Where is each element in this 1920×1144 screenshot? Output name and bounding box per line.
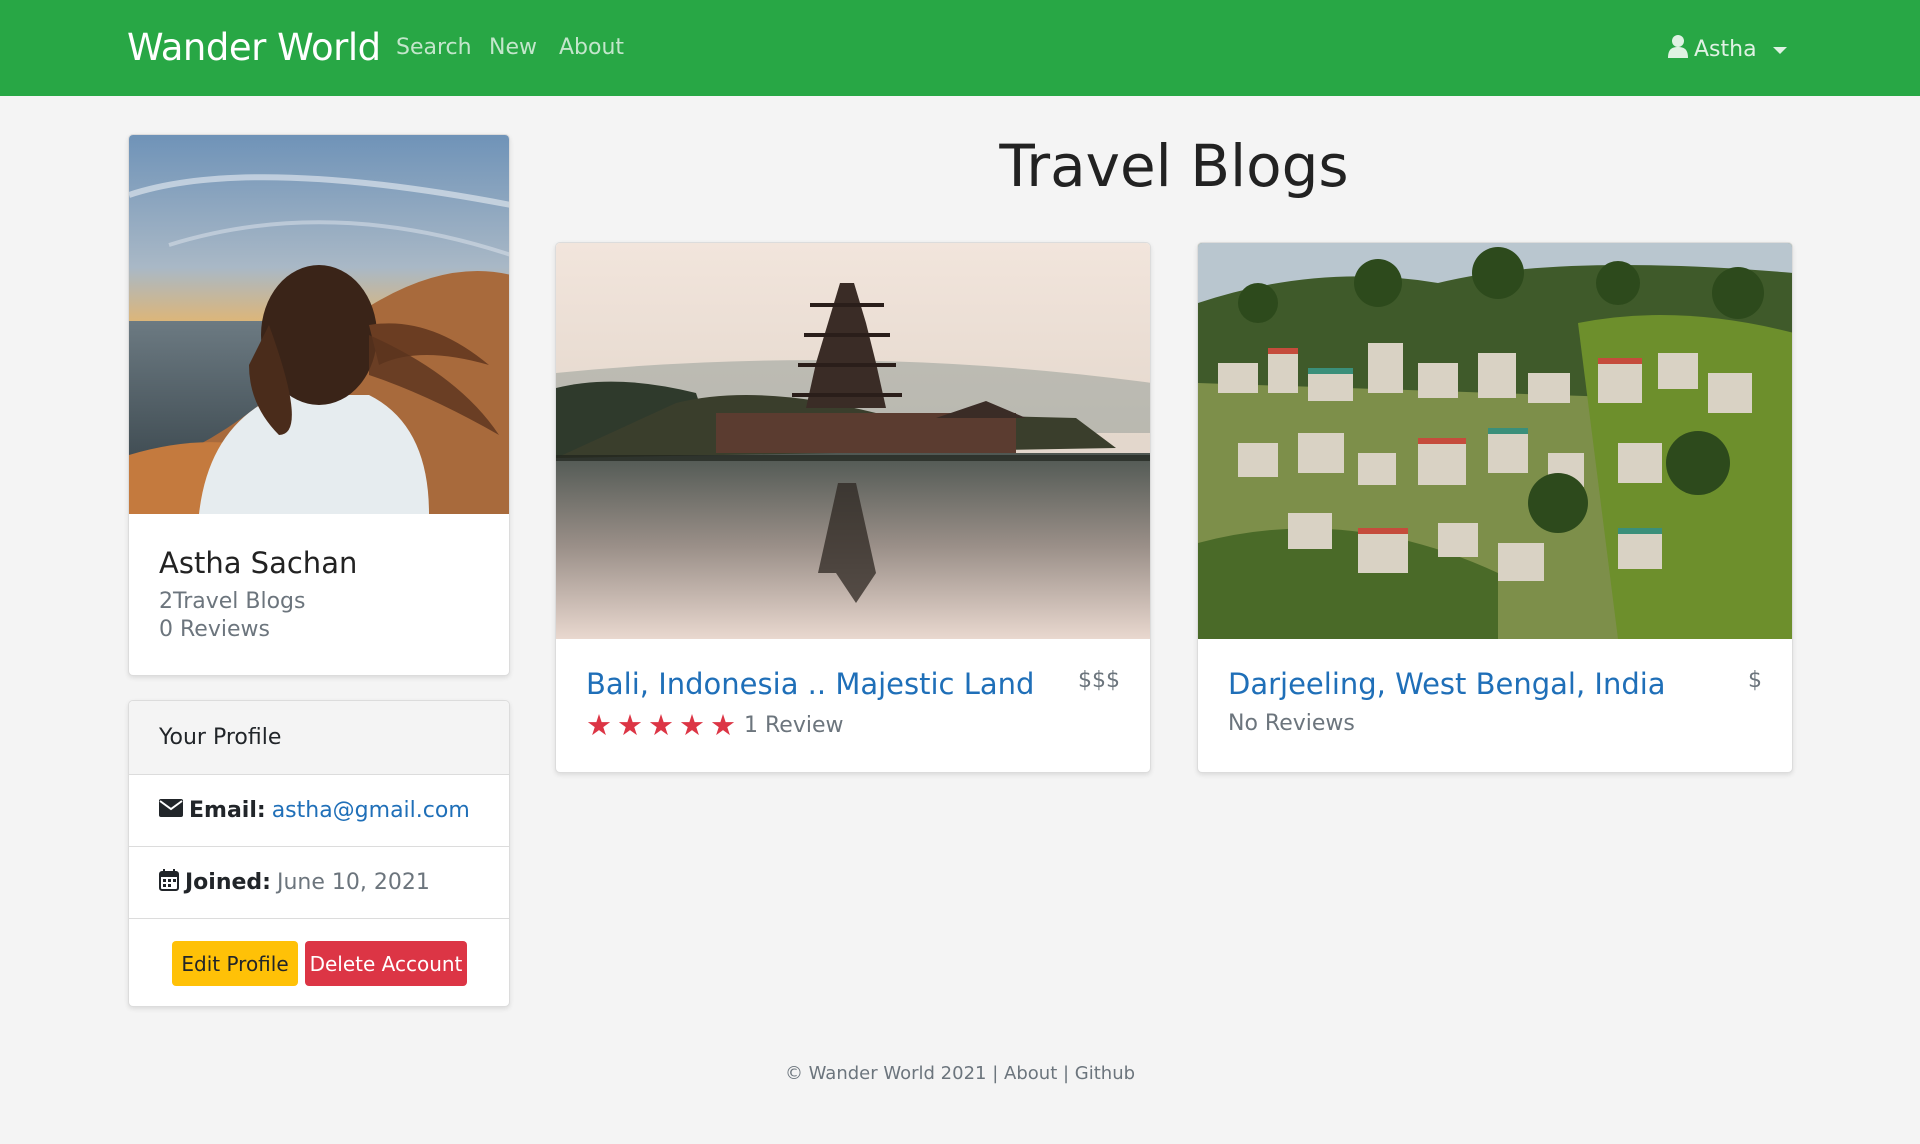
price-level: $$$ [1078, 668, 1120, 693]
profile-photo [129, 135, 509, 514]
edit-profile-button[interactable]: Edit Profile [172, 941, 298, 986]
rating-row: No Reviews [1228, 711, 1355, 736]
navbar: Wander World Search New About Astha [0, 0, 1920, 96]
nav-link-new[interactable]: New [489, 35, 537, 60]
star-icon: ★ [648, 708, 674, 742]
blog-image-bali [556, 243, 1150, 639]
user-icon [1668, 34, 1688, 64]
star-rating: ★ ★ ★ ★ ★ [586, 711, 736, 740]
email-label: Email: [189, 798, 266, 823]
review-count: No Reviews [1228, 711, 1355, 736]
joined-label: Joined: [185, 870, 271, 895]
price-level: $ [1748, 668, 1762, 693]
blog-card[interactable]: Bali, Indonesia .. Majestic Land $$$ ★ ★… [555, 242, 1151, 773]
email-row: Email: astha@gmail.com [129, 775, 509, 847]
joined-date: June 10, 2021 [276, 870, 430, 895]
page-title: Travel Blogs [999, 132, 1349, 200]
chevron-down-icon [1772, 46, 1787, 54]
calendar-icon [159, 868, 179, 897]
footer-github-link[interactable]: Github [1075, 1063, 1135, 1084]
blog-card[interactable]: Darjeeling, West Bengal, India $ No Revi… [1197, 242, 1793, 773]
profile-info-title: Your Profile [159, 725, 282, 750]
profile-name: Astha Sachan [159, 546, 358, 580]
profile-info-card: Your Profile Email: astha@gmail.com Join… [128, 700, 510, 1007]
envelope-icon [159, 798, 183, 823]
footer-about-link[interactable]: About [1004, 1063, 1057, 1084]
joined-row: Joined: June 10, 2021 [129, 847, 509, 919]
user-name: Astha [1694, 36, 1757, 62]
footer-separator: | [1062, 1063, 1070, 1084]
star-icon: ★ [617, 708, 643, 742]
profile-review-count: 0 Reviews [159, 617, 270, 642]
rating-row: ★ ★ ★ ★ ★ 1 Review [586, 711, 843, 740]
profile-card: Astha Sachan 2Travel Blogs 0 Reviews [128, 134, 510, 676]
blog-title-link[interactable]: Bali, Indonesia .. Majestic Land [586, 667, 1034, 701]
delete-account-button[interactable]: Delete Account [305, 941, 467, 986]
email-link[interactable]: astha@gmail.com [272, 798, 470, 823]
star-icon: ★ [710, 708, 736, 742]
blog-image-darjeeling [1198, 243, 1792, 639]
blog-title-link[interactable]: Darjeeling, West Bengal, India [1228, 667, 1666, 701]
review-count: 1 Review [744, 713, 844, 738]
brand-link[interactable]: Wander World [127, 26, 381, 69]
profile-blog-count: 2Travel Blogs [159, 589, 306, 614]
user-dropdown[interactable]: Astha [1668, 33, 1787, 65]
footer: © Wander World 2021 | About | Github [0, 1063, 1920, 1084]
star-icon: ★ [679, 708, 705, 742]
footer-copyright: © Wander World 2021 [784, 1063, 987, 1084]
star-icon: ★ [586, 708, 612, 742]
footer-separator: | [992, 1063, 999, 1084]
nav-link-about[interactable]: About [559, 35, 624, 60]
nav-link-search[interactable]: Search [396, 35, 472, 60]
profile-info-header: Your Profile [129, 701, 509, 775]
